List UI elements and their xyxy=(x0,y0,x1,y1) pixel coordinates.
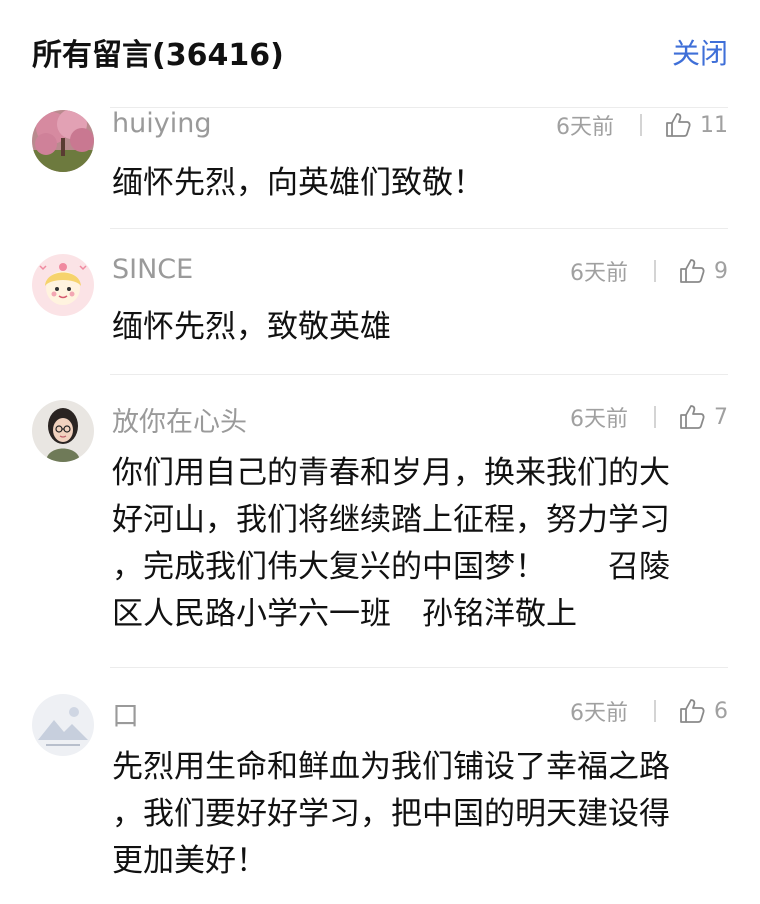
comment-line: 缅怀先烈，向英雄们致敬！ xyxy=(112,165,484,201)
thumbs-up-icon[interactable] xyxy=(664,111,692,139)
close-button[interactable]: 关闭 xyxy=(672,32,728,72)
comment-line: ，我们要好好学习，把中国的明天建设得 xyxy=(112,796,670,832)
mountain-landscape-icon xyxy=(32,694,94,756)
like-count: 11 xyxy=(700,112,728,138)
comment-time: 6天前 xyxy=(556,115,614,140)
comment-text: 缅怀先烈，向英雄们致敬！ xyxy=(112,160,712,207)
comment-meta: 6天前 9 xyxy=(570,254,728,288)
comment-meta: 6天前 7 xyxy=(570,400,728,434)
comment-text: 你们用自己的青春和岁月，换来我们的大 好河山，我们将继续踏上征程，努力学习 ，完… xyxy=(112,450,712,638)
like-count: 7 xyxy=(714,404,728,430)
divider xyxy=(110,667,728,668)
thumbs-up-icon[interactable] xyxy=(678,257,706,285)
comment-line: 先烈用生命和鲜血为我们铺设了幸福之路 xyxy=(112,749,670,785)
separator xyxy=(640,114,642,136)
cartoon-girl-icon xyxy=(32,254,94,316)
avatar[interactable] xyxy=(32,694,94,756)
page-title: 所有留言(36416) xyxy=(32,38,284,73)
username[interactable]: huiying xyxy=(112,108,211,139)
comment-meta: 6天前 11 xyxy=(556,108,728,142)
divider xyxy=(110,374,728,375)
comment-line: 更加美好！ xyxy=(112,843,267,879)
comment-meta: 6天前 6 xyxy=(570,694,728,728)
comment-line: 缅怀先烈，致敬英雄 xyxy=(112,309,391,345)
username[interactable]: 放你在心头 xyxy=(112,400,247,439)
comment-text: 先烈用生命和鲜血为我们铺设了幸福之路 ，我们要好好学习，把中国的明天建设得 更加… xyxy=(112,744,712,885)
avatar[interactable] xyxy=(32,110,94,172)
like-count: 9 xyxy=(714,258,728,284)
cherry-blossom-photo-icon xyxy=(32,110,94,172)
avatar[interactable] xyxy=(32,254,94,316)
like-count: 6 xyxy=(714,698,728,724)
comment-time: 6天前 xyxy=(570,407,628,432)
username[interactable]: SINCE xyxy=(112,254,193,285)
separator xyxy=(654,700,656,722)
comments-header: 所有留言(36416) 关闭 xyxy=(0,0,760,100)
thumbs-up-icon[interactable] xyxy=(678,697,706,725)
thumbs-up-icon[interactable] xyxy=(678,403,706,431)
separator xyxy=(654,260,656,282)
comment-line: 区人民路小学六一班 孙铭洋敬上 xyxy=(112,596,577,632)
divider xyxy=(110,228,728,229)
avatar[interactable] xyxy=(32,400,94,462)
girl-with-glasses-icon xyxy=(32,400,94,462)
comment-time: 6天前 xyxy=(570,261,628,286)
comment-line: 你们用自己的青春和岁月，换来我们的大 xyxy=(112,455,670,491)
comment-text: 缅怀先烈，致敬英雄 xyxy=(112,304,712,351)
comment-line: 好河山，我们将继续踏上征程，努力学习 xyxy=(112,502,670,538)
separator xyxy=(654,406,656,428)
comments-page: 所有留言(36416) 关闭 huiying 6天前 11 缅怀先烈，向英雄们致… xyxy=(0,0,760,904)
comment-time: 6天前 xyxy=(570,701,628,726)
comment-line: ，完成我们伟大复兴的中国梦！ 召陵 xyxy=(112,549,670,585)
username[interactable]: 口 xyxy=(112,694,139,733)
